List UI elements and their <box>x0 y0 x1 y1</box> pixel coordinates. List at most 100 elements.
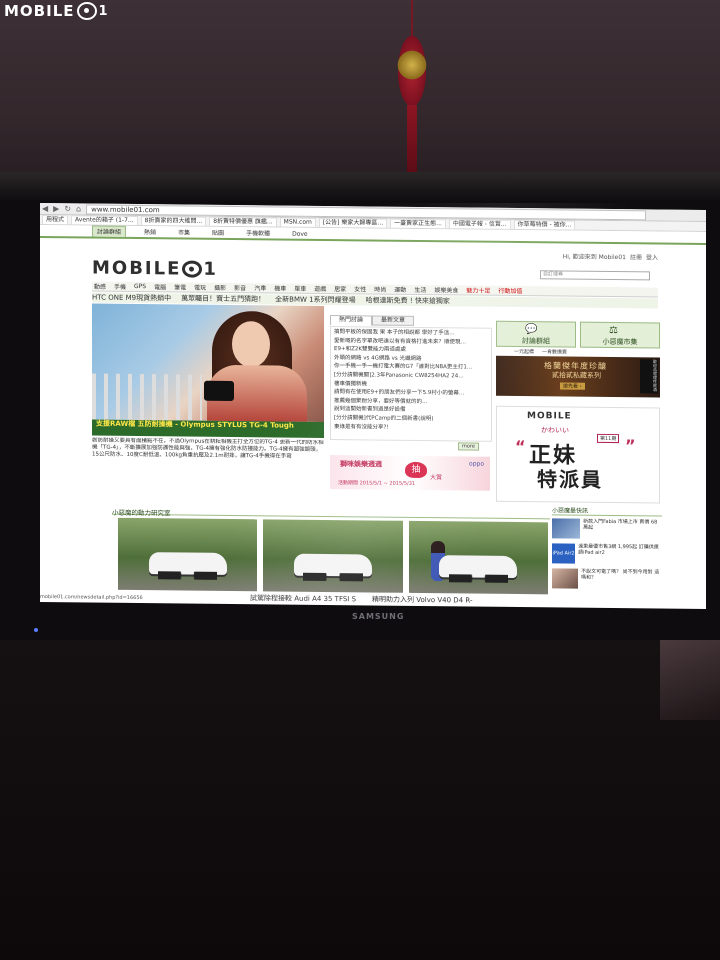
car-shape <box>439 555 518 578</box>
discussion-groups-button[interactable]: 💬 討論群組 <box>496 320 576 348</box>
more-button[interactable]: more <box>458 442 479 451</box>
ornament-gold-charm <box>394 50 430 80</box>
subtab-item[interactable]: Dove <box>288 231 312 239</box>
main-nav-item[interactable]: 電腦 <box>154 282 166 291</box>
main-nav-item[interactable]: 行動加值 <box>498 286 522 295</box>
main-nav-item[interactable]: 筆電 <box>174 282 186 291</box>
main-nav-item[interactable]: 攝影 <box>214 283 226 292</box>
home-icon[interactable]: ⌂ <box>76 204 81 213</box>
headline-link[interactable]: 萬眾矚目！寶士五門猜跑！ <box>181 293 265 304</box>
side-news-thumb: iPad Air2 <box>552 543 576 564</box>
watermark-text: MOBILE <box>4 2 75 20</box>
bookmark-item[interactable]: 中國電子報 - 信賞... <box>448 218 511 230</box>
news-list: 搞問平板的保固我 果 本子的相說都 學好了手這… 愛新嘅的名字單改吧達以有有資格打… <box>330 326 492 442</box>
ad-date: 活動期間 2015/5/1 ~ 2015/5/31 <box>338 480 416 487</box>
watermark: MOBILE 1 <box>4 2 109 20</box>
search-input[interactable]: 自訂搜尋 <box>540 270 650 281</box>
subtab-item[interactable]: 市集 <box>174 227 194 237</box>
forward-icon[interactable]: ▶ <box>53 204 59 213</box>
whisky-line2: 貳拾貳私藏系列 <box>552 371 601 380</box>
logo-eye-icon <box>182 260 203 278</box>
thumb-caption[interactable]: 精明助力入列 Volvo V40 D4 R- <box>372 594 472 605</box>
main-nav-item[interactable]: 影音 <box>234 283 246 292</box>
hero-camera <box>204 380 234 402</box>
power-led <box>34 628 38 632</box>
discussion-groups-label: 討論群組 <box>522 337 550 346</box>
bookmark-item[interactable]: 一臺賣家正生態... <box>390 218 446 229</box>
cover-logo: MOBILE <box>527 411 572 422</box>
side-news-item[interactable]: 新款入門Fabia 市場上市 賣價 68萬起 <box>552 518 662 541</box>
cover-quote-close: ” <box>625 436 636 456</box>
section-title: 小惡魔的動力研究室 <box>112 506 550 520</box>
header-links: Hi, 歡迎來到 Mobile01 註冊 登入 <box>563 251 658 261</box>
thumbnail-row <box>118 517 548 595</box>
thumb-suv[interactable] <box>118 517 258 592</box>
main-nav-item[interactable]: 居家 <box>334 284 346 293</box>
minitab-auction[interactable]: 一元起標 <box>514 348 534 355</box>
main-nav-item[interactable]: 手機 <box>114 282 126 291</box>
wall-background <box>0 0 720 200</box>
right-buttons: 💬 討論群組 ⚖ 小惡魔市集 <box>496 320 660 349</box>
beauty-reporter-cover[interactable]: MOBILE かわいい 第11期 “ 正妹 特派員 ” <box>496 405 660 504</box>
main-nav-item[interactable]: 機車 <box>274 283 286 292</box>
side-news-item[interactable]: iPad Air2 遠東最優市售3網 1,995起 訂購供應 請iPad air2 <box>552 543 662 566</box>
ad-sub: 大賞 <box>430 474 443 482</box>
bookmark-item[interactable]: 8折賣特價優惠 旗艦... <box>209 216 277 227</box>
market-button[interactable]: ⚖ 小惡魔市集 <box>580 321 660 349</box>
hero-description: 韌防耐操又要具有面積點不在，不過Olympus在耕耘相機主打全方位的TG-4 更… <box>92 437 324 460</box>
thumb-caption[interactable]: 試駕除程接較 Audi A4 35 TFSI S <box>250 593 356 604</box>
main-nav-item[interactable]: 女性 <box>354 284 366 293</box>
side-news-item[interactable]: 不說文可電了嗎？ 尚不到今用對 這嗎和？ <box>552 568 662 591</box>
news-tab[interactable]: 熱門討論 <box>330 315 373 326</box>
cover-issue: 第11期 <box>597 433 620 444</box>
main-nav-item[interactable]: 電玩 <box>194 283 206 292</box>
side-news: 小惡魔最快訊 新款入門Fabia 市場上市 賣價 68萬起 iPad Air2 遠… <box>552 505 662 596</box>
header-link[interactable]: 登入 <box>646 252 658 261</box>
main-nav-item[interactable]: 魅力十足 <box>466 285 490 294</box>
ornament-tassel <box>407 105 417 175</box>
whisky-cta[interactable]: 搶先看 › <box>560 382 585 390</box>
tv-brand: SAMSUNG <box>352 612 405 621</box>
headline-link[interactable]: 全新BMW 1系列閃耀登場 <box>275 294 355 305</box>
headline-link[interactable]: HTC ONE M9現貨熱銷中 <box>92 293 171 304</box>
back-icon[interactable]: ◀ <box>42 204 48 213</box>
reload-icon[interactable]: ↻ <box>64 204 71 213</box>
subtab-item[interactable]: 熱銷 <box>140 227 160 237</box>
status-url: mobile01.com/newsdetail.php?id=16656 <box>40 594 143 602</box>
headline-link[interactable]: 哈根達斯免費 ! 快來搶獨家 <box>366 295 450 306</box>
main-nav-item[interactable]: 生活 <box>414 285 426 294</box>
news-list-item[interactable]: 東綠是有有沒能分享?! <box>334 423 488 433</box>
chat-icon: 💬 <box>525 324 538 336</box>
main-nav-item[interactable]: 動感 <box>94 282 106 291</box>
bookmark-item[interactable]: 8折賣家的四大維問... <box>140 215 207 227</box>
cover-quote-open: “ <box>515 436 526 457</box>
main-nav-item[interactable]: GPS <box>134 283 146 290</box>
bookmark-item[interactable]: 用程式 <box>42 215 69 225</box>
logo-suffix: 1 <box>203 258 218 280</box>
bookmark-item[interactable]: Avente的箱子 (1-7... <box>71 215 138 226</box>
minitab-sale[interactable]: 一肯數擔賣 <box>542 348 567 355</box>
cover-kawaii: かわいい <box>541 426 569 435</box>
site-logo[interactable]: MOBILE 1 <box>92 258 218 280</box>
subtab-item[interactable]: 手機軟體 <box>242 228 274 238</box>
main-nav-item[interactable]: 汽車 <box>254 283 266 292</box>
main-nav-item[interactable]: 娛樂美食 <box>434 285 458 294</box>
main-nav-item[interactable]: 運動 <box>394 285 406 294</box>
thumb-volvo[interactable] <box>408 520 548 595</box>
subtab-item[interactable]: 討論群組 <box>92 225 127 237</box>
hero-image[interactable] <box>92 303 324 422</box>
bookmark-item[interactable]: 你草莓特價 - 被你... <box>513 219 576 231</box>
whisky-ad[interactable]: 格蘭傑年度珍釀 貳拾貳私藏系列 搶先看 › 歡迎品嚐理性飲酒 <box>496 355 660 398</box>
bookmark-item[interactable]: MSN.com <box>279 217 316 228</box>
main-nav-item[interactable]: 遊戲 <box>314 284 326 293</box>
chinese-knot-ornament <box>392 0 432 180</box>
hero-caption[interactable]: 支援RAW檔 五防耐操機 - Olympus STYLUS TG-4 Tough <box>92 419 324 438</box>
thumb-audi[interactable] <box>263 519 403 593</box>
main-nav-item[interactable]: 單車 <box>294 284 306 293</box>
ad-banner[interactable]: 獅咪娛樂週週 活動期間 2015/5/1 ~ 2015/5/31 抽 大賞 op… <box>330 455 490 491</box>
news-tab[interactable]: 最新文章 <box>372 315 415 326</box>
main-nav-item[interactable]: 時尚 <box>374 285 386 294</box>
subtab-item[interactable]: 貼圖 <box>208 228 228 238</box>
header-link[interactable]: 註冊 <box>630 252 642 261</box>
bookmark-item[interactable]: [公告] 樂家大歸專區... <box>318 217 388 229</box>
